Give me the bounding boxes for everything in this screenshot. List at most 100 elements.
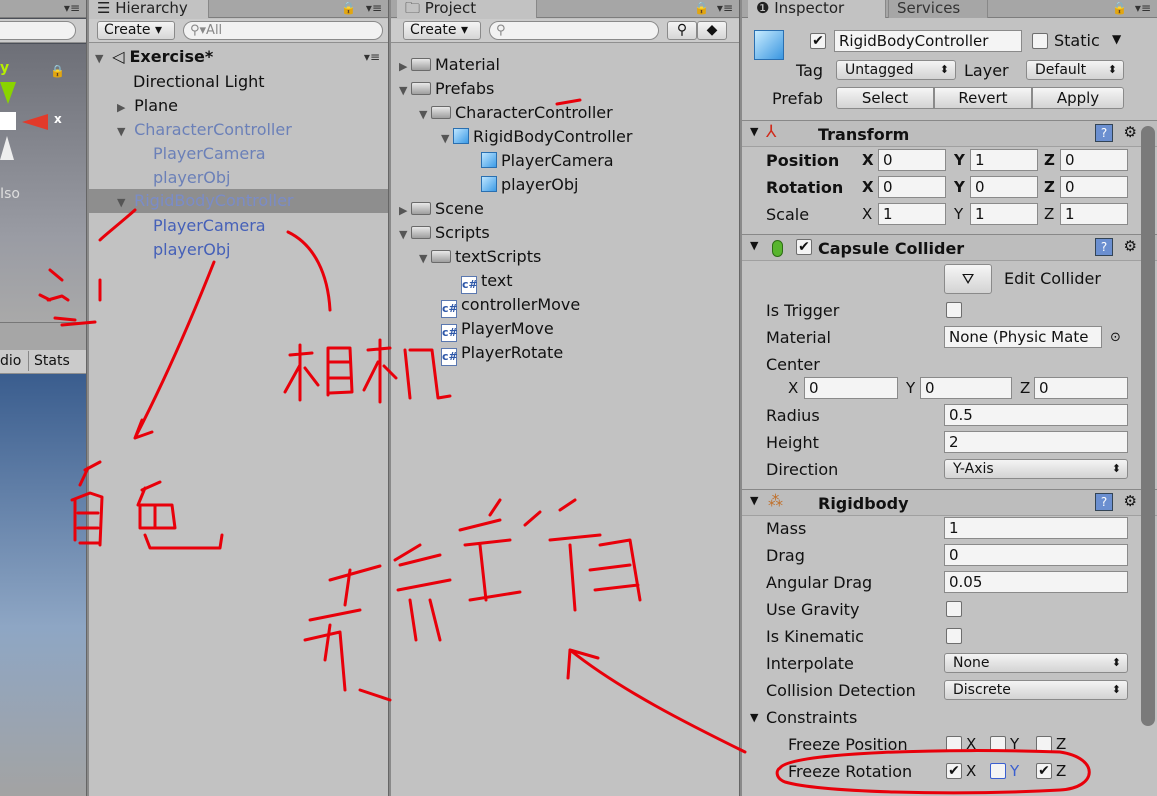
capsule-collider-header[interactable]: ▼ Capsule Collider ? ⚙ xyxy=(742,234,1157,261)
help-book-icon[interactable]: ? xyxy=(1095,124,1113,142)
gizmo-z-arrow-icon[interactable] xyxy=(0,136,14,160)
hierarchy-item-playercamera[interactable]: PlayerCamera xyxy=(89,142,388,166)
scene-menu-icon[interactable]: ▾≡ xyxy=(364,45,380,69)
freeze-rotation-y-checkbox[interactable] xyxy=(990,763,1006,779)
transform-header[interactable]: ▼ ⅄ Transform ? ⚙ xyxy=(742,120,1157,147)
rigidbody-header[interactable]: ▼ ⁂ Rigidbody ? ⚙ xyxy=(742,489,1157,516)
expand-triangle-icon[interactable]: ▼ xyxy=(399,79,411,103)
direction-dropdown[interactable]: Y-Axis ⬍ xyxy=(944,459,1128,479)
freeze-rotation-z-checkbox[interactable] xyxy=(1036,763,1052,779)
expand-triangle-icon[interactable]: ▼ xyxy=(419,103,431,127)
hierarchy-search-input[interactable]: ⚲▾All xyxy=(183,21,383,40)
prefab-select-button[interactable]: Select xyxy=(836,87,934,109)
freeze-position-x-checkbox[interactable] xyxy=(946,736,962,752)
drag-field[interactable]: 0 xyxy=(944,544,1128,566)
project-item-playermove[interactable]: c# PlayerMove xyxy=(391,317,739,342)
lock-icon[interactable]: 🔒 xyxy=(50,64,65,78)
create-button[interactable]: Create ▾ xyxy=(97,21,175,40)
gizmo-x-arrow-icon[interactable] xyxy=(22,114,48,130)
gear-icon[interactable]: ⚙ xyxy=(1124,237,1137,255)
gear-icon[interactable]: ⚙ xyxy=(1124,123,1137,141)
stats-button[interactable]: Stats xyxy=(28,351,75,371)
project-item-rigidbodycontroller[interactable]: ▼ RigidBodyController xyxy=(391,125,739,149)
capsule-enabled-checkbox[interactable] xyxy=(796,239,812,255)
prefab-cube-icon[interactable] xyxy=(754,30,784,60)
lock-icon[interactable]: 🔒 xyxy=(341,0,356,18)
prefab-apply-button[interactable]: Apply xyxy=(1032,87,1124,109)
prefab-revert-button[interactable]: Revert xyxy=(934,87,1032,109)
use-gravity-checkbox[interactable] xyxy=(946,601,962,617)
constraints-row[interactable]: ▼ Constraints xyxy=(742,704,1157,731)
tab-inspector[interactable]: ❶ Inspector xyxy=(748,0,886,18)
position-y-field[interactable]: 1 xyxy=(970,149,1038,171)
freeze-rotation-x-checkbox[interactable] xyxy=(946,763,962,779)
position-x-field[interactable]: 0 xyxy=(878,149,946,171)
scale-x-field[interactable]: 1 xyxy=(878,203,946,225)
freeze-position-y-checkbox[interactable] xyxy=(990,736,1006,752)
panel-menu-icon[interactable]: ▾≡ xyxy=(717,0,733,18)
scene-root-row[interactable]: ▼ ◁ Exercise* ▾≡ xyxy=(89,45,388,69)
filter-type-button[interactable]: ⚲ xyxy=(667,21,697,40)
center-x-field[interactable]: 0 xyxy=(804,377,898,399)
scene-view[interactable]: y 🔒 x Iso xyxy=(0,44,86,322)
panel-menu-icon[interactable]: ▾≡ xyxy=(64,0,80,18)
filter-label-button[interactable]: ◆ xyxy=(697,21,727,40)
hierarchy-item-playerobj-2[interactable]: playerObj xyxy=(89,238,388,262)
static-dropdown-icon[interactable]: ▼ xyxy=(1112,32,1121,46)
expand-triangle-icon[interactable]: ▼ xyxy=(117,191,129,215)
lock-icon[interactable]: 🔒 xyxy=(694,0,709,18)
create-button[interactable]: Create ▾ xyxy=(403,21,481,40)
radius-field[interactable]: 0.5 xyxy=(944,404,1128,426)
scale-z-field[interactable]: 1 xyxy=(1060,203,1128,225)
freeze-position-z-checkbox[interactable] xyxy=(1036,736,1052,752)
expand-triangle-icon[interactable]: ▼ xyxy=(441,127,453,151)
project-search-input[interactable]: ⚲ xyxy=(489,21,659,40)
tag-dropdown[interactable]: Untagged ⬍ xyxy=(836,60,956,80)
object-picker-icon[interactable]: ⊙ xyxy=(1110,324,1121,351)
inspector-scrollbar[interactable] xyxy=(1141,126,1155,726)
lock-icon[interactable]: 🔒 xyxy=(1112,0,1127,18)
hierarchy-item-playercamera-2[interactable]: PlayerCamera xyxy=(89,214,388,238)
scale-y-field[interactable]: 1 xyxy=(970,203,1038,225)
project-item-text[interactable]: c# text xyxy=(391,269,739,294)
fold-triangle-icon[interactable]: ▼ xyxy=(750,704,758,731)
project-item-prefabs[interactable]: ▼ Prefabs xyxy=(391,77,739,101)
project-item-charactercontroller[interactable]: ▼ CharacterController xyxy=(391,101,739,125)
project-item-playerrotate[interactable]: c# PlayerRotate xyxy=(391,341,739,366)
angular-drag-field[interactable]: 0.05 xyxy=(944,571,1128,593)
collapse-triangle-icon[interactable]: ▶ xyxy=(399,55,411,79)
edit-collider-button[interactable]: ⛛ xyxy=(944,264,992,294)
static-checkbox[interactable] xyxy=(1032,33,1048,49)
mass-field[interactable]: 1 xyxy=(944,517,1128,539)
project-item-scripts[interactable]: ▼ Scripts xyxy=(391,221,739,245)
panel-menu-icon[interactable]: ▾≡ xyxy=(366,0,382,18)
tab-services[interactable]: Services xyxy=(888,0,988,18)
fold-triangle-icon[interactable]: ▼ xyxy=(750,239,758,252)
expand-triangle-icon[interactable]: ▼ xyxy=(399,223,411,247)
active-checkbox[interactable] xyxy=(810,33,826,49)
iso-label[interactable]: Iso xyxy=(0,186,20,202)
is-kinematic-checkbox[interactable] xyxy=(946,628,962,644)
rotation-x-field[interactable]: 0 xyxy=(878,176,946,198)
hierarchy-item-playerobj[interactable]: playerObj xyxy=(89,166,388,190)
interpolate-dropdown[interactable]: None ⬍ xyxy=(944,653,1128,673)
expand-triangle-icon[interactable]: ▼ xyxy=(95,47,107,71)
expand-triangle-icon[interactable]: ▼ xyxy=(117,120,129,144)
project-item-material[interactable]: ▶ Material xyxy=(391,53,739,77)
project-item-textscripts[interactable]: ▼ textScripts xyxy=(391,245,739,269)
project-item-scene[interactable]: ▶ Scene xyxy=(391,197,739,221)
hierarchy-item-directional-light[interactable]: Directional Light xyxy=(89,70,388,94)
collapse-triangle-icon[interactable]: ▶ xyxy=(399,199,411,223)
rotation-y-field[interactable]: 0 xyxy=(970,176,1038,198)
hierarchy-item-charactercontroller[interactable]: ▼ CharacterController xyxy=(89,118,388,142)
center-z-field[interactable]: 0 xyxy=(1034,377,1128,399)
expand-triangle-icon[interactable]: ▼ xyxy=(419,247,431,271)
gear-icon[interactable]: ⚙ xyxy=(1124,492,1137,510)
panel-menu-icon[interactable]: ▾≡ xyxy=(1135,0,1151,18)
tab-hierarchy[interactable]: ☰ Hierarchy xyxy=(89,0,209,18)
tab-project[interactable]: 🗀 Project xyxy=(397,0,537,18)
help-book-icon[interactable]: ? xyxy=(1095,238,1113,256)
rotation-z-field[interactable]: 0 xyxy=(1060,176,1128,198)
project-item-playerobj[interactable]: playerObj xyxy=(391,173,739,197)
hierarchy-item-plane[interactable]: ▶ Plane xyxy=(89,94,388,118)
